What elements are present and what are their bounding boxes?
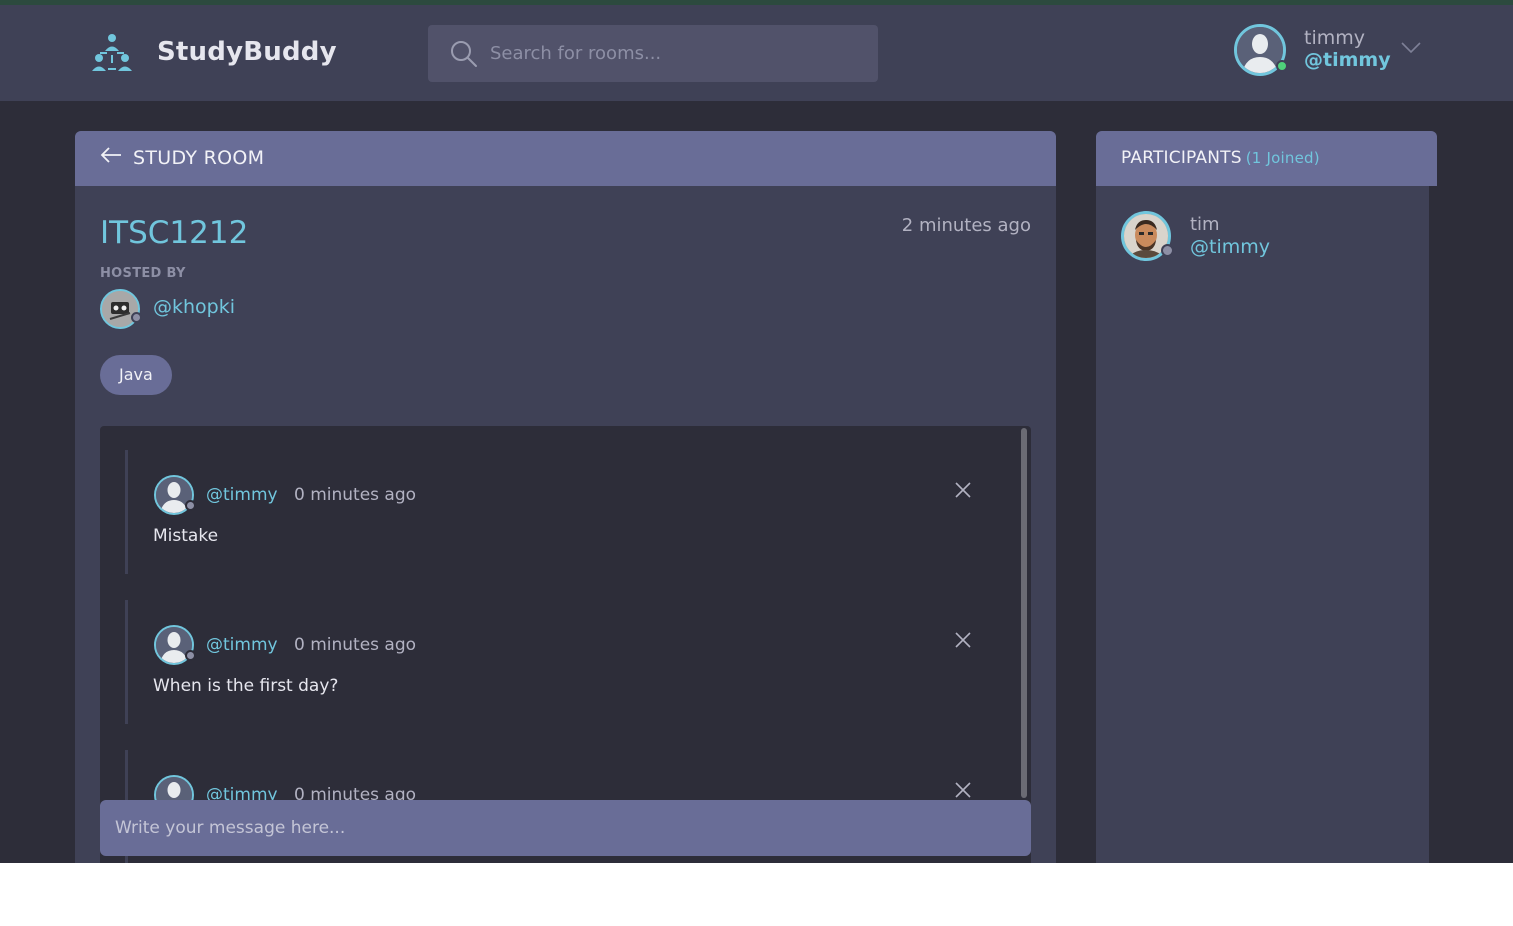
message-time: 0 minutes ago	[294, 635, 417, 655]
participants-title: PARTICIPANTS (1 Joined)	[1121, 148, 1320, 168]
list-item: @timmy 0 minutes ago When is the first d…	[125, 600, 985, 724]
message-time: 0 minutes ago	[294, 485, 417, 505]
message-input[interactable]	[100, 800, 1031, 856]
status-dot	[185, 650, 196, 661]
participants-label: PARTICIPANTS	[1121, 148, 1242, 168]
status-dot	[185, 500, 196, 511]
participants-header: PARTICIPANTS (1 Joined)	[1096, 131, 1437, 186]
participants-count: (1 Joined)	[1245, 149, 1320, 167]
close-icon[interactable]	[954, 481, 972, 499]
host-avatar[interactable]	[100, 289, 140, 329]
room-section-label: STUDY ROOM	[133, 147, 265, 169]
room-title: ITSC1212	[100, 215, 249, 251]
people-network-icon[interactable]	[90, 33, 134, 75]
close-icon[interactable]	[954, 631, 972, 649]
message-author[interactable]: @timmy	[206, 485, 278, 505]
app-window: StudyBuddy timmy @timmy	[0, 0, 1513, 863]
message-body: When is the first day?	[153, 676, 339, 696]
message-thread[interactable]: @timmy 0 minutes ago Mistake @timmy 0 mi…	[100, 426, 1031, 863]
room-search	[428, 25, 878, 82]
close-icon[interactable]	[954, 781, 972, 799]
online-status-dot	[1276, 60, 1288, 72]
thread-scrollbar[interactable]	[1021, 428, 1027, 798]
user-name: timmy	[1304, 27, 1365, 49]
chevron-down-icon[interactable]	[1400, 41, 1422, 55]
host-handle[interactable]: @khopki	[153, 296, 235, 318]
hosted-by-label: HOSTED BY	[100, 266, 186, 281]
participant-name: tim	[1190, 214, 1220, 235]
message-body: Mistake	[153, 526, 219, 546]
message-composer	[100, 800, 1031, 856]
participants-panel: PARTICIPANTS (1 Joined) tim @timmy	[1096, 131, 1437, 863]
room-created-time: 2 minutes ago	[901, 215, 1031, 236]
topic-tag[interactable]: Java	[100, 355, 172, 395]
list-item: @timmy 0 minutes ago Mistake	[125, 450, 985, 574]
host-status-dot	[131, 312, 142, 323]
top-navbar: StudyBuddy timmy @timmy	[0, 5, 1513, 101]
status-dot	[1161, 244, 1174, 257]
participants-panel-edge	[1429, 186, 1437, 863]
user-menu[interactable]: timmy @timmy	[1234, 23, 1434, 83]
brand-name[interactable]: StudyBuddy	[157, 37, 337, 67]
user-handle[interactable]: @timmy	[1304, 49, 1391, 71]
room-panel-header: STUDY ROOM	[75, 131, 1056, 186]
search-input[interactable]	[490, 25, 860, 82]
arrow-left-icon[interactable]	[99, 145, 123, 165]
search-icon	[451, 41, 477, 67]
room-panel: STUDY ROOM ITSC1212 2 minutes ago HOSTED…	[75, 131, 1056, 863]
participant-handle[interactable]: @timmy	[1190, 236, 1270, 258]
message-author[interactable]: @timmy	[206, 635, 278, 655]
